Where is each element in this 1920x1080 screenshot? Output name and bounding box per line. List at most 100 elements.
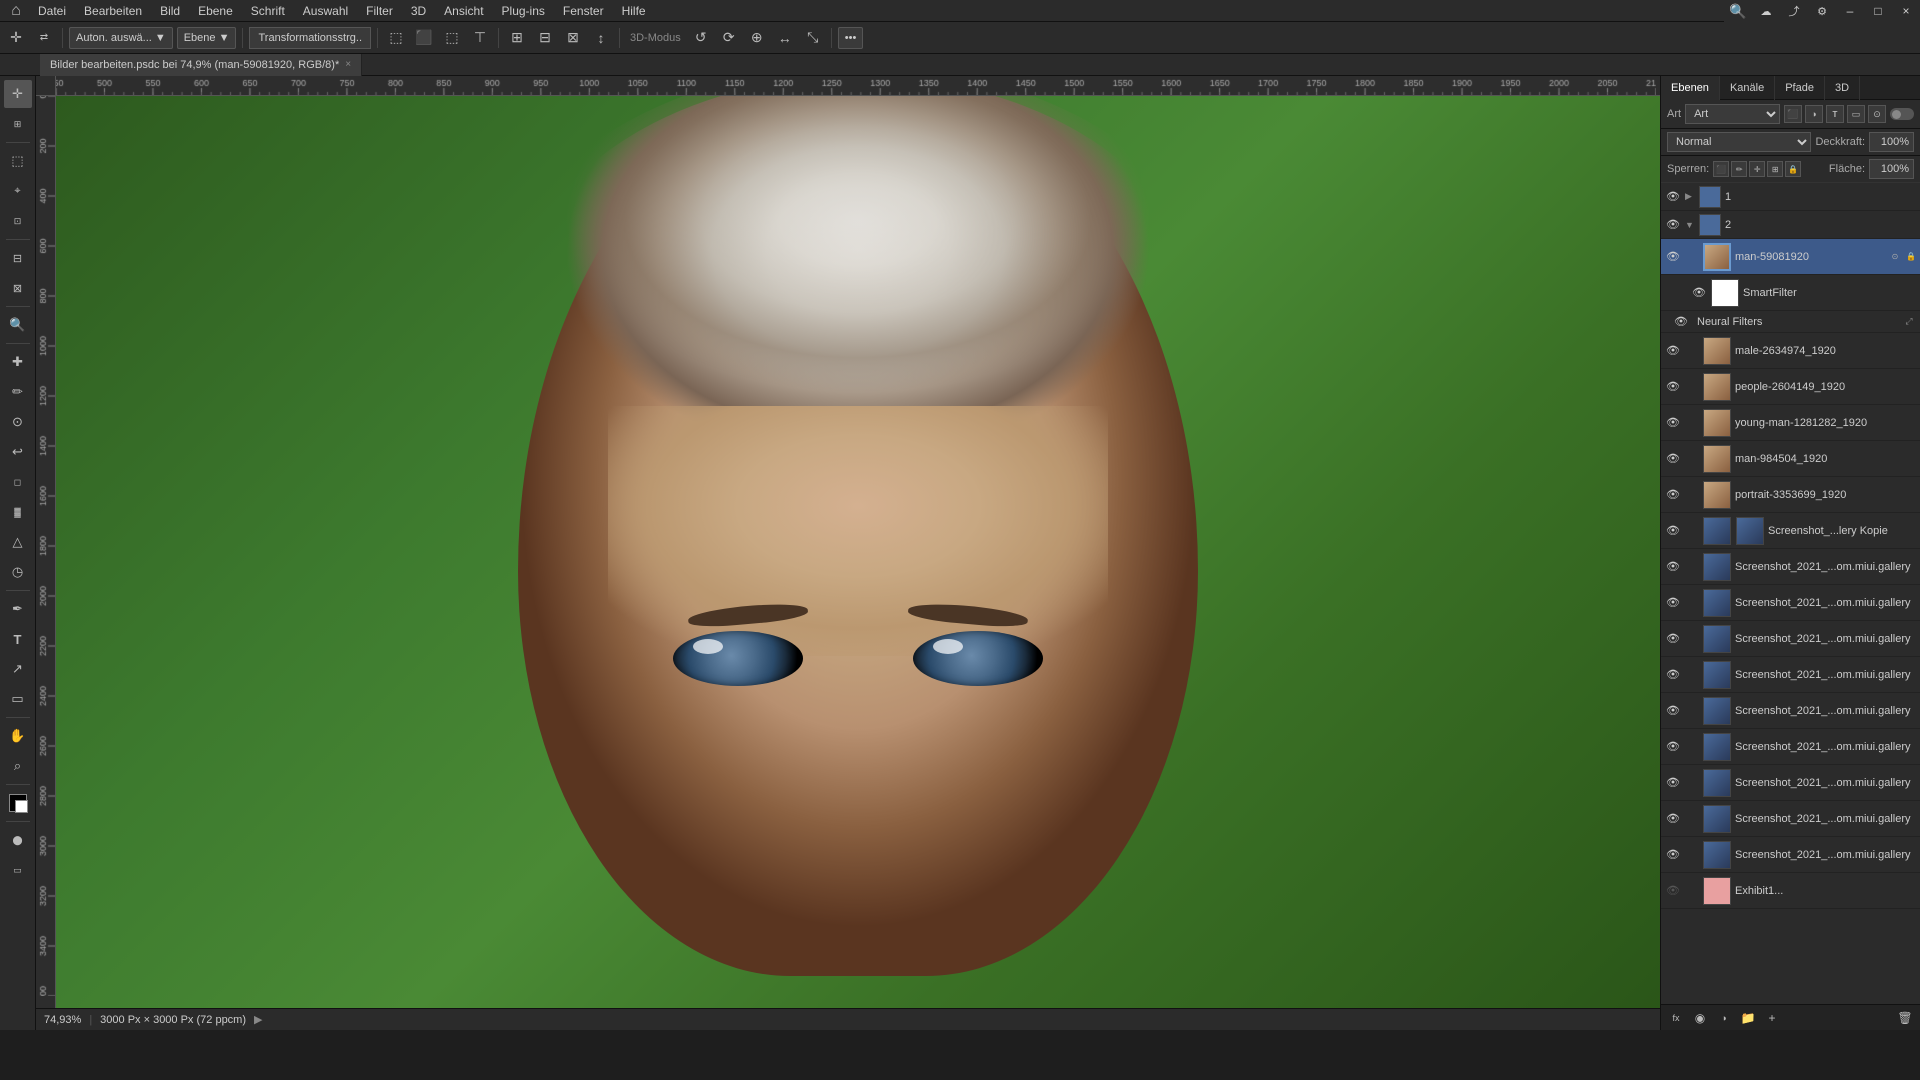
layer-vis-por[interactable]: 👁: [1665, 487, 1681, 503]
lock-artboard-btn[interactable]: ⊞: [1767, 161, 1783, 177]
menu-fenster[interactable]: Fenster: [555, 2, 612, 20]
layer-vis-2[interactable]: 👁: [1665, 217, 1681, 233]
layer-screenshot7[interactable]: 👁 Screenshot_2021_...om.miui.gallery: [1661, 765, 1920, 801]
lasso-tool[interactable]: ⌖: [4, 177, 32, 205]
layer-screenshot2[interactable]: 👁 Screenshot_2021_...om.miui.gallery: [1661, 585, 1920, 621]
layer-vis-sc3[interactable]: 👁: [1665, 631, 1681, 647]
align-center-btn[interactable]: ⬛: [412, 26, 436, 50]
layer-vis-sc8[interactable]: 👁: [1665, 811, 1681, 827]
document-tab[interactable]: Bilder bearbeiten.psdc bei 74,9% (man-59…: [40, 54, 362, 76]
layer-screenshot1[interactable]: 👁 Screenshot_2021_...om.miui.gallery: [1661, 549, 1920, 585]
layer-youngman[interactable]: 👁 young-man-1281282_1920: [1661, 405, 1920, 441]
layer-vis-sc5[interactable]: 👁: [1665, 703, 1681, 719]
distribute-4-btn[interactable]: ↕: [589, 26, 613, 50]
layer-neural[interactable]: 👁 Neural Filters ⤢: [1661, 311, 1920, 333]
lock-position-btn[interactable]: ✛: [1749, 161, 1765, 177]
rotate-3d-btn[interactable]: ↺: [689, 26, 713, 50]
layer-group-1[interactable]: 👁 ▶ 1: [1661, 183, 1920, 211]
layer-exhibit1[interactable]: 👁 Exhibit1...: [1661, 873, 1920, 909]
tab-kanaele[interactable]: Kanäle: [1720, 76, 1775, 100]
status-arrow[interactable]: ▶: [254, 1013, 262, 1026]
path-select-tool[interactable]: ↗: [4, 655, 32, 683]
menu-ansicht[interactable]: Ansicht: [436, 2, 491, 20]
lock-all-btn[interactable]: 🔒: [1785, 161, 1801, 177]
layer-vis-sf[interactable]: 👁: [1691, 285, 1707, 301]
foreground-color[interactable]: [4, 789, 32, 817]
auto-select-dropdown[interactable]: Auton. auswä... ▼: [69, 27, 173, 49]
close-button[interactable]: ×: [1892, 0, 1920, 22]
heal-tool[interactable]: ✚: [4, 348, 32, 376]
layer-screenshot5[interactable]: 👁 Screenshot_2021_...om.miui.gallery: [1661, 693, 1920, 729]
crop-tool[interactable]: ⊟: [4, 244, 32, 272]
align-right-btn[interactable]: ⬚: [440, 26, 464, 50]
layer-vis-m2[interactable]: 👁: [1665, 451, 1681, 467]
maximize-button[interactable]: □: [1864, 0, 1892, 22]
lock-pixels-btn[interactable]: ✏: [1731, 161, 1747, 177]
layer-male2634974[interactable]: 👁 male-2634974_1920: [1661, 333, 1920, 369]
menu-datei[interactable]: Datei: [30, 2, 74, 20]
menu-ebene[interactable]: Ebene: [190, 2, 241, 20]
filter-text-btn[interactable]: T: [1826, 105, 1844, 123]
layer-screenshotcopy[interactable]: 👁 Screenshot_...lery Kopie: [1661, 513, 1920, 549]
layer-expand-1[interactable]: ▶: [1685, 191, 1695, 202]
marquee-tool[interactable]: ⬚: [4, 147, 32, 175]
hand-tool[interactable]: ✋: [4, 722, 32, 750]
menu-schrift[interactable]: Schrift: [243, 2, 293, 20]
layer-man59081920[interactable]: 👁 man-59081920 ⊙ 🔒: [1661, 239, 1920, 275]
brush-tool[interactable]: ✏: [4, 378, 32, 406]
menu-hilfe[interactable]: Hilfe: [614, 2, 654, 20]
layer-vis-ym[interactable]: 👁: [1665, 415, 1681, 431]
layer-vis-man[interactable]: 👁: [1665, 249, 1681, 265]
share-icon[interactable]: ⤴: [1780, 0, 1808, 22]
eraser-tool[interactable]: ◻: [4, 468, 32, 496]
quick-mask-tool[interactable]: ⬤: [4, 826, 32, 854]
cloud-icon[interactable]: ☁: [1752, 0, 1780, 22]
layer-vis-sc0[interactable]: 👁: [1665, 523, 1681, 539]
tab-3d[interactable]: 3D: [1825, 76, 1860, 100]
blur-tool[interactable]: △: [4, 528, 32, 556]
home-icon[interactable]: ⌂: [4, 0, 28, 23]
layer-adjustment-btn[interactable]: ◑: [1713, 1008, 1735, 1028]
layer-filter-btn[interactable]: fx: [1665, 1008, 1687, 1028]
text-tool[interactable]: T: [4, 625, 32, 653]
layer-delete-btn[interactable]: 🗑: [1894, 1008, 1916, 1028]
layer-screenshot8[interactable]: 👁 Screenshot_2021_...om.miui.gallery: [1661, 801, 1920, 837]
tab-pfade[interactable]: Pfade: [1775, 76, 1825, 100]
layer-screenshot6[interactable]: 👁 Screenshot_2021_...om.miui.gallery: [1661, 729, 1920, 765]
layer-vis-1[interactable]: 👁: [1665, 189, 1681, 205]
slide-3d-btn[interactable]: ↔: [773, 26, 797, 50]
frame-tool[interactable]: ⊠: [4, 274, 32, 302]
layer-vis-p1[interactable]: 👁: [1665, 379, 1681, 395]
distribute-h-btn[interactable]: ⊞: [505, 26, 529, 50]
opacity-input[interactable]: [1869, 132, 1914, 152]
layer-vis-m1[interactable]: 👁: [1665, 343, 1681, 359]
layer-group-2[interactable]: 👁 ▼ 2: [1661, 211, 1920, 239]
layer-portrait[interactable]: 👁 portrait-3353699_1920: [1661, 477, 1920, 513]
layer-vis-neural[interactable]: 👁: [1673, 314, 1689, 330]
menu-bild[interactable]: Bild: [152, 2, 188, 20]
more-options-btn[interactable]: •••: [838, 27, 864, 49]
tab-ebenen[interactable]: Ebenen: [1661, 76, 1720, 100]
layer-screenshot4[interactable]: 👁 Screenshot_2021_...om.miui.gallery: [1661, 657, 1920, 693]
eyedropper-tool[interactable]: 🔍: [4, 311, 32, 339]
scale-3d-btn[interactable]: ⤡: [801, 26, 825, 50]
filter-shape-btn[interactable]: ▭: [1847, 105, 1865, 123]
layer-man984504[interactable]: 👁 man-984504_1920: [1661, 441, 1920, 477]
filter-toggle[interactable]: [1890, 108, 1914, 120]
layer-group-btn[interactable]: 📁: [1737, 1008, 1759, 1028]
lock-transparent-btn[interactable]: ⬛: [1713, 161, 1729, 177]
filter-adjustment-btn[interactable]: ◑: [1805, 105, 1823, 123]
layer-people2604149[interactable]: 👁 people-2604149_1920: [1661, 369, 1920, 405]
roll-3d-btn[interactable]: ⟳: [717, 26, 741, 50]
gradient-tool[interactable]: ▓: [4, 498, 32, 526]
menu-filter[interactable]: Filter: [358, 2, 401, 20]
minimize-button[interactable]: –: [1836, 0, 1864, 22]
layer-screenshot3[interactable]: 👁 Screenshot_2021_...om.miui.gallery: [1661, 621, 1920, 657]
layer-vis-sc9[interactable]: 👁: [1665, 847, 1681, 863]
layer-screenshot9[interactable]: 👁 Screenshot_2021_...om.miui.gallery: [1661, 837, 1920, 873]
select-tool-btn[interactable]: ⇄: [32, 26, 56, 50]
clone-tool[interactable]: ⊙: [4, 408, 32, 436]
artboard-tool[interactable]: ⊞: [4, 110, 32, 138]
layer-vis-ex1[interactable]: 👁: [1665, 883, 1681, 899]
menu-bearbeiten[interactable]: Bearbeiten: [76, 2, 150, 20]
